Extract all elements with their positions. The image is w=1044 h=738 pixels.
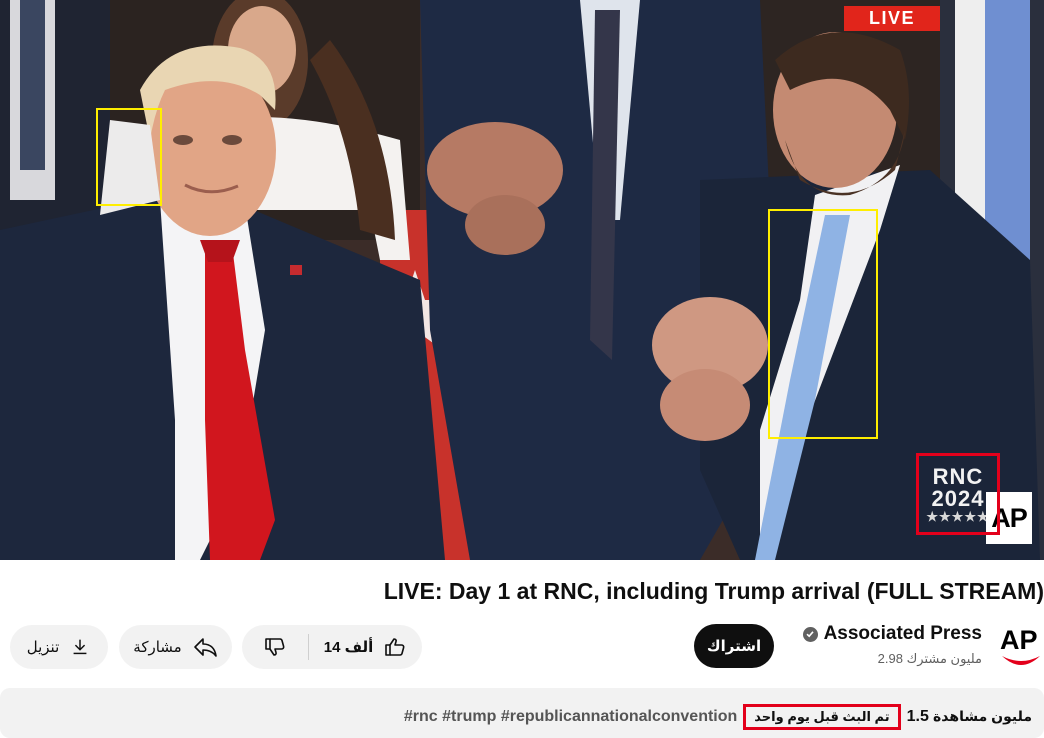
view-count: مليون مشاهدة 1.5 [907, 708, 1032, 726]
thumbs-down-icon [263, 635, 287, 659]
verified-check-icon [802, 626, 818, 642]
download-icon [69, 636, 91, 658]
live-badge: LIVE [844, 6, 940, 31]
channel-name[interactable]: Associated Press [824, 623, 982, 645]
video-player[interactable]: LIVE RNC 2024 ★★★★★ AP [0, 0, 1044, 560]
download-label: تنزيل [26, 639, 60, 656]
download-button[interactable]: تنزيل [10, 625, 108, 669]
channel-avatar[interactable]: AP [998, 622, 1044, 672]
highlight-box-rnc-logo [916, 453, 1000, 535]
ap-logo-icon: AP [1000, 625, 1040, 665]
highlight-box-card [96, 108, 162, 206]
thumbs-up-icon [383, 635, 407, 659]
like-count: 14 ألف [323, 639, 374, 656]
dislike-button[interactable] [242, 625, 308, 669]
share-arrow-icon [192, 636, 218, 658]
video-title: LIVE: Day 1 at RNC, including Trump arri… [383, 578, 1044, 604]
share-button[interactable]: مشاركة [119, 625, 232, 669]
subscriber-count: 2.98 مليون مشترك [877, 651, 982, 666]
subscribe-button[interactable]: اشتراك [694, 624, 774, 668]
view-count-word: مليون مشاهدة [933, 708, 1032, 724]
highlight-box-tie [768, 209, 878, 439]
view-count-number: 1.5 [906, 708, 929, 725]
channel-name-row[interactable]: Associated Press [802, 623, 982, 645]
avatar-text: AP [1000, 625, 1038, 655]
hashtags[interactable]: #rnc #trump #republicannationalconventio… [404, 708, 737, 726]
video-frame [0, 0, 1044, 560]
stream-time: تم البث قبل يوم واحد [743, 704, 901, 730]
like-button[interactable]: 14 ألف [309, 625, 422, 669]
description-meta-row: #rnc #trump #republicannationalconventio… [404, 704, 1032, 730]
like-dislike-group: 14 ألف [242, 625, 422, 669]
share-label: مشاركة [133, 639, 182, 656]
